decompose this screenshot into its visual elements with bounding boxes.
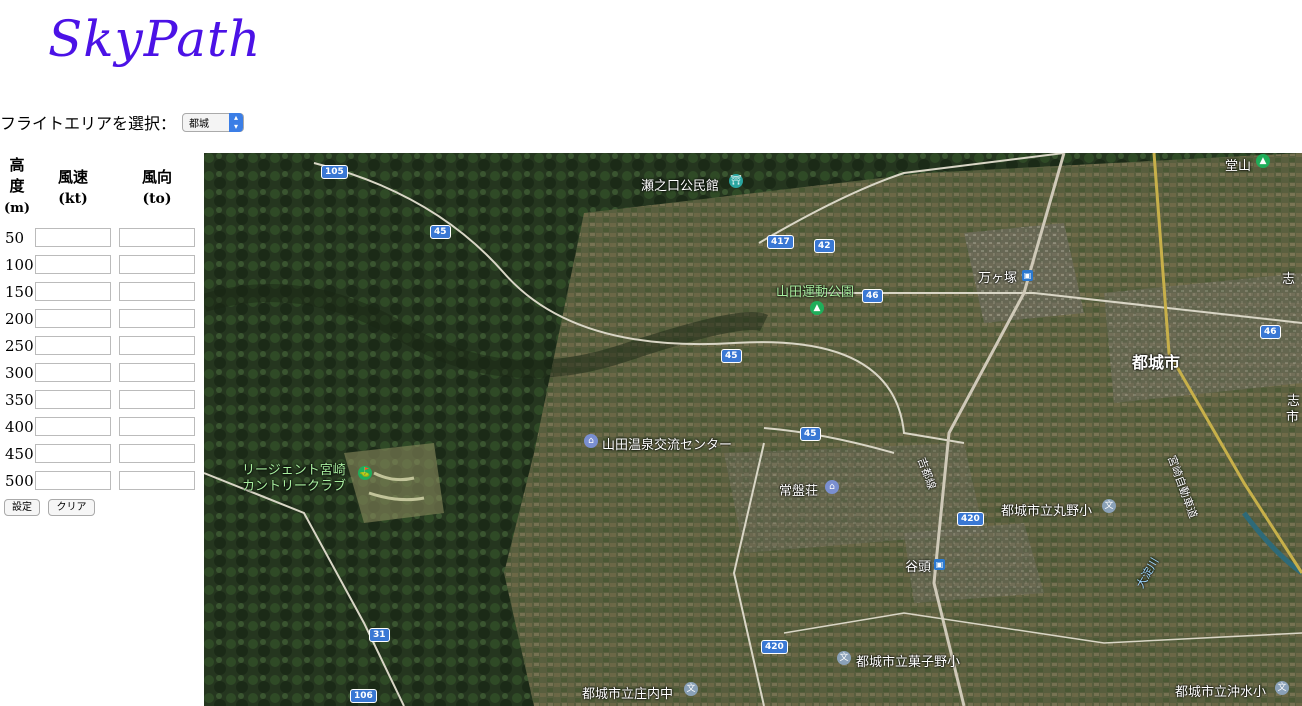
altitude-value: 250 (5, 337, 34, 355)
park-icon[interactable]: ▲ (810, 301, 824, 315)
altitude-value: 150 (5, 283, 34, 301)
altitude-value: 350 (5, 391, 34, 409)
wind-speed-input[interactable] (35, 417, 111, 436)
place-label: 常盤荘 (779, 484, 819, 499)
wind-table-header: 高 度 (m) 風速 (kt) 風向 (to) (0, 155, 204, 225)
wind-direction-input[interactable] (119, 363, 195, 382)
place-label: 山田運動公園 (776, 285, 855, 300)
wind-speed-header: 風速 (kt) (57, 168, 88, 207)
place-label: 都城市立庄内中 (582, 687, 674, 702)
wind-direction-input[interactable] (119, 336, 195, 355)
place-label: 万ヶ塚 (978, 271, 1018, 286)
clear-button[interactable]: クリア (48, 499, 95, 516)
route-shield: 45 (800, 427, 821, 441)
station-icon[interactable]: ▣ (1022, 270, 1033, 281)
wind-direction-input[interactable] (119, 255, 195, 274)
route-shield: 46 (862, 289, 883, 303)
route-shield: 42 (814, 239, 835, 253)
wind-table-row: 250 (0, 333, 204, 360)
wind-direction-input[interactable] (119, 390, 195, 409)
place-label: 都城市立菓子野小 (856, 655, 961, 670)
wind-speed-input[interactable] (35, 309, 111, 328)
altitude-header: 高 度 (m) (4, 156, 31, 216)
wind-table-row: 400 (0, 414, 204, 441)
place-label: 市 (1286, 410, 1300, 425)
route-shield: 45 (721, 349, 742, 363)
altitude-value: 300 (5, 364, 34, 382)
wind-direction-input[interactable] (119, 309, 195, 328)
school-icon[interactable]: 文 (1275, 681, 1289, 695)
wind-speed-input[interactable] (35, 255, 111, 274)
flight-area-row: フライトエリアを選択： 都城 ▴ ▾ (0, 110, 245, 134)
wind-speed-input[interactable] (35, 228, 111, 247)
map-imagery (204, 153, 1302, 706)
wind-speed-input[interactable] (35, 471, 111, 490)
wind-table-row: 450 (0, 441, 204, 468)
place-label: 山田温泉交流センター (602, 438, 733, 453)
wind-speed-input[interactable] (35, 444, 111, 463)
route-shield: 46 (1260, 325, 1281, 339)
place-label: 瀬之口公民館 (641, 179, 720, 194)
altitude-value: 400 (5, 418, 34, 436)
set-button[interactable]: 設定 (4, 499, 40, 516)
select-arrows-icon: ▴ ▾ (229, 112, 244, 132)
place-label: 都城市立沖水小 (1175, 685, 1267, 700)
hotel-icon[interactable]: ⌂ (584, 434, 598, 448)
school-icon[interactable]: 文 (684, 682, 698, 696)
route-shield: 417 (767, 235, 794, 249)
wind-table: 高 度 (m) 風速 (kt) 風向 (to) 50 100 150 200 250 30… (0, 155, 204, 516)
place-label: カントリークラブ (242, 479, 347, 494)
wind-speed-input[interactable] (35, 336, 111, 355)
altitude-value: 100 (5, 256, 34, 274)
altitude-value: 200 (5, 310, 34, 328)
wind-table-row: 50 (0, 225, 204, 252)
wind-direction-header: 風向 (to) (141, 168, 172, 207)
route-shield: 31 (369, 628, 390, 642)
flight-area-select[interactable]: 都城 ▴ ▾ (182, 112, 245, 132)
wind-speed-input[interactable] (35, 282, 111, 301)
mountain-icon[interactable]: ▲ (1256, 154, 1270, 168)
wind-table-row: 300 (0, 360, 204, 387)
wind-table-row: 100 (0, 252, 204, 279)
app-logo: SkyPath (48, 10, 262, 68)
place-label: 志 (1282, 272, 1296, 287)
place-label: 谷頭 (905, 560, 932, 575)
route-shield: 420 (957, 512, 984, 526)
flight-area-selected: 都城 (189, 118, 210, 130)
wind-direction-input[interactable] (119, 282, 195, 301)
wind-table-row: 500 (0, 468, 204, 495)
place-label: 堂山 (1225, 159, 1252, 174)
wind-direction-input[interactable] (119, 228, 195, 247)
place-label: 都城市立丸野小 (1001, 504, 1093, 519)
route-shield: 420 (761, 640, 788, 654)
wind-table-row: 200 (0, 306, 204, 333)
route-shield: 45 (430, 225, 451, 239)
wind-direction-input[interactable] (119, 444, 195, 463)
altitude-value: 450 (5, 445, 34, 463)
altitude-value: 500 (5, 472, 34, 490)
route-shield: 105 (321, 165, 348, 179)
golf-icon[interactable]: ⛳ (358, 466, 372, 480)
landmark-icon[interactable]: ⛩ (729, 174, 743, 188)
wind-speed-input[interactable] (35, 390, 111, 409)
school-icon[interactable]: 文 (837, 651, 851, 665)
school-icon[interactable]: 文 (1102, 499, 1116, 513)
flight-area-label: フライトエリアを選択： (0, 114, 177, 133)
city-label: 都城市 (1132, 353, 1181, 372)
wind-direction-input[interactable] (119, 471, 195, 490)
route-shield: 106 (350, 689, 377, 703)
altitude-value: 50 (5, 229, 25, 247)
wind-direction-input[interactable] (119, 417, 195, 436)
station-icon[interactable]: ▣ (934, 559, 945, 570)
wind-table-row: 150 (0, 279, 204, 306)
wind-speed-input[interactable] (35, 363, 111, 382)
satellite-map[interactable]: 105 45 417 42 46 46 45 45 420 31 420 106… (204, 153, 1302, 706)
hotel-icon[interactable]: ⌂ (825, 480, 839, 494)
wind-table-row: 350 (0, 387, 204, 414)
